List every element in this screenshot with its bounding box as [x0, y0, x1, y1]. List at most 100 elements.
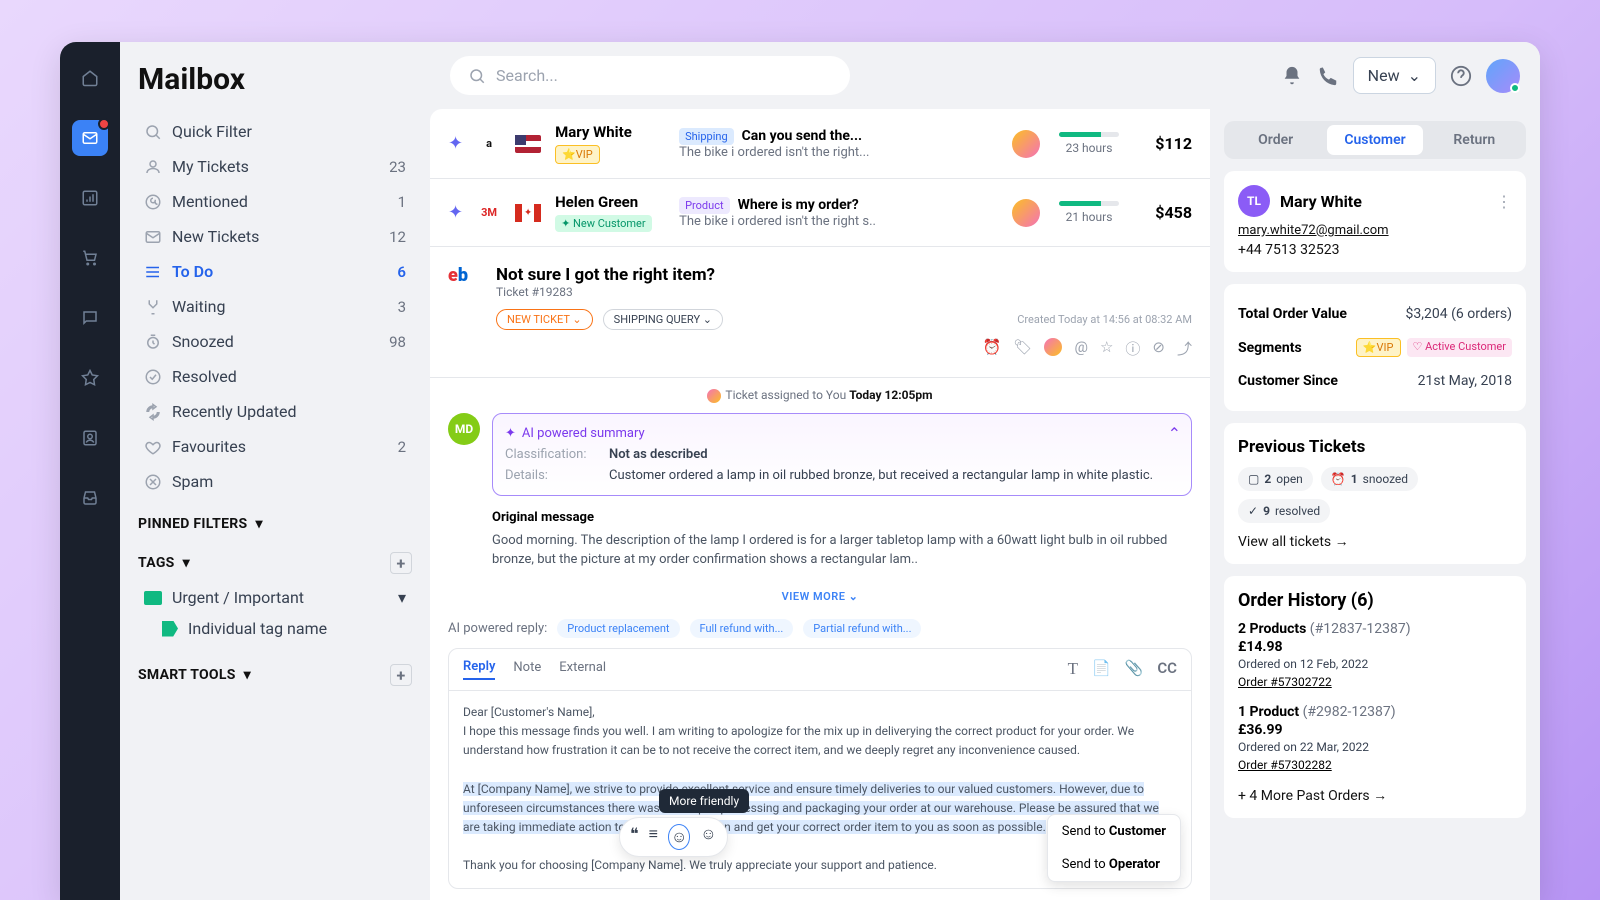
tags-header[interactable]: TAGS▾+ — [138, 552, 412, 574]
info-icon[interactable]: ⓘ — [1125, 338, 1140, 359]
share-icon[interactable]: ⤴ — [1177, 338, 1192, 359]
filter-my-tickets[interactable]: My Tickets23 — [138, 152, 412, 181]
order-item[interactable]: 2 Products (#12837-12387)£14.98Ordered o… — [1238, 621, 1512, 690]
assignee-avatar-icon[interactable] — [1044, 338, 1062, 356]
inbox-icon[interactable] — [72, 480, 108, 516]
search-input[interactable]: Search... — [450, 56, 850, 95]
ai-reply-suggestions: AI powered reply: Product replacement Fu… — [430, 609, 1210, 648]
stat-resolved[interactable]: ✓ 9 resolved — [1238, 499, 1330, 523]
order-history: Order History (6) 2 Products (#12837-123… — [1224, 576, 1526, 818]
customer-name: Mary White — [1280, 192, 1362, 211]
collapse-icon[interactable]: ⌃ — [1168, 424, 1181, 443]
filter-spam[interactable]: Spam — [138, 467, 412, 496]
previous-tickets: Previous Tickets ▢ 2 open ⏰ 1 snoozed ✓ … — [1224, 423, 1526, 564]
snooze-icon[interactable]: ⏰ — [983, 338, 1002, 359]
filter-waiting[interactable]: Waiting3 — [138, 292, 412, 321]
add-tool-button[interactable]: + — [390, 664, 412, 686]
emoji-icon[interactable]: ☺ — [700, 824, 716, 850]
tag-icon — [162, 621, 178, 637]
stat-snoozed[interactable]: ⏰ 1 snoozed — [1321, 467, 1418, 491]
reply-composer: Reply Note External T 📄 📎 CC Dear [Custo… — [448, 648, 1192, 889]
analytics-icon[interactable] — [72, 180, 108, 216]
text-format-icon[interactable]: T — [1068, 659, 1078, 679]
ticket-row[interactable]: ✦aMary White⭐VIPShippingCan you send the… — [430, 109, 1210, 179]
attachment-icon[interactable]: 📎 — [1125, 659, 1144, 679]
smart-tools-header[interactable]: SMART TOOLS▾+ — [138, 664, 412, 686]
filter-quick-filter[interactable]: Quick Filter — [138, 117, 412, 146]
chevron-down-icon: ▾ — [255, 516, 262, 532]
phone-icon[interactable] — [1317, 65, 1339, 87]
customer-phone: +44 7513 32523 — [1238, 242, 1512, 258]
home-icon[interactable] — [72, 60, 108, 96]
cart-icon[interactable] — [72, 240, 108, 276]
chevron-down-icon: ⌄ — [1408, 66, 1421, 85]
help-icon[interactable] — [1450, 65, 1472, 87]
filter-new-tickets[interactable]: New Tickets12 — [138, 222, 412, 251]
mail-icon[interactable] — [72, 120, 108, 156]
right-panel: Order Customer Return TL Mary White ⋮ ma… — [1210, 109, 1540, 900]
tag-folder[interactable]: Urgent / Important▾ — [138, 582, 412, 613]
customer-stats: Total Order Value$3,204 (6 orders) Segme… — [1224, 284, 1526, 411]
sparkle-icon: ✦ — [448, 133, 463, 154]
block-icon[interactable]: ⊘ — [1152, 338, 1165, 359]
filter-recently-updated[interactable]: Recently Updated — [138, 397, 412, 426]
brand-icon: a — [477, 132, 501, 156]
tab-external[interactable]: External — [559, 660, 606, 679]
view-all-tickets[interactable]: View all tickets → — [1238, 533, 1512, 550]
reply-chip[interactable]: Partial refund with... — [803, 619, 921, 638]
cc-button[interactable]: CC — [1157, 659, 1177, 679]
send-to-operator[interactable]: Send to Operator — [1048, 848, 1180, 881]
summarize-icon[interactable]: ≡ — [649, 824, 658, 850]
ticket-actions: ⏰ 🏷 @ ☆ ⓘ ⊘ ⤴ — [448, 338, 1192, 359]
filter-to-do[interactable]: To Do6 — [138, 257, 412, 286]
kebab-icon[interactable]: ⋮ — [1496, 192, 1512, 211]
ai-summary-card: ✦ AI powered summary ⌃ Classification:No… — [492, 413, 1192, 496]
reply-chip[interactable]: Product replacement — [557, 619, 679, 638]
new-button[interactable]: New⌄ — [1353, 57, 1436, 94]
filter-resolved[interactable]: Resolved — [138, 362, 412, 391]
reply-chip[interactable]: Full refund with... — [690, 619, 794, 638]
quote-icon[interactable]: ❝ — [630, 824, 639, 850]
filter-snoozed[interactable]: Snoozed98 — [138, 327, 412, 356]
chevron-down-icon: ▾ — [183, 555, 190, 571]
original-message: Original message Good morning. The descr… — [430, 510, 1210, 584]
mention-icon[interactable]: @ — [1074, 338, 1087, 359]
user-avatar[interactable] — [1486, 59, 1520, 93]
customer-email[interactable]: mary.white72@gmail.com — [1238, 223, 1512, 238]
tab-note[interactable]: Note — [513, 660, 541, 679]
pinned-filters-header[interactable]: PINNED FILTERS▾ — [138, 516, 412, 532]
main-area: Search... New⌄ ✦aMary White⭐VIPShippingC… — [430, 42, 1540, 900]
ticket-id: Ticket #19283 — [496, 285, 1192, 299]
folder-icon — [144, 591, 162, 605]
tab-customer[interactable]: Customer — [1327, 125, 1422, 155]
category-pill[interactable]: SHIPPING QUERY ⌄ — [603, 309, 723, 330]
tag-item[interactable]: Individual tag name — [138, 613, 412, 644]
created-timestamp: Created Today at 14:56 at 08:32 AM — [1017, 313, 1192, 326]
status-pill-new[interactable]: NEW TICKET ⌄ — [496, 309, 593, 330]
sender-avatar: MD — [448, 413, 480, 445]
chat-icon[interactable] — [72, 300, 108, 336]
filter-favourites[interactable]: Favourites2 — [138, 432, 412, 461]
filter-mentioned[interactable]: Mentioned1 — [138, 187, 412, 216]
more-orders[interactable]: + 4 More Past Orders → — [1238, 787, 1512, 804]
contacts-icon[interactable] — [72, 420, 108, 456]
document-icon[interactable]: 📄 — [1092, 659, 1111, 679]
add-tag-button[interactable]: + — [390, 552, 412, 574]
tab-return[interactable]: Return — [1427, 125, 1522, 155]
customer-card: TL Mary White ⋮ mary.white72@gmail.com +… — [1224, 171, 1526, 272]
star-icon[interactable] — [72, 360, 108, 396]
search-icon — [468, 67, 486, 85]
bell-icon[interactable] — [1281, 65, 1303, 87]
topbar: Search... New⌄ — [430, 42, 1540, 109]
ticket-row[interactable]: ✦3M✦Helen Green✦ New CustomerProductWher… — [430, 179, 1210, 247]
stat-open[interactable]: ▢ 2 open — [1238, 467, 1313, 491]
send-menu: Send to Customer Send to Operator — [1047, 814, 1181, 882]
star-icon[interactable]: ☆ — [1100, 338, 1113, 359]
view-more-button[interactable]: VIEW MORE ⌄ — [430, 584, 1210, 609]
send-to-customer[interactable]: Send to Customer — [1048, 815, 1180, 848]
order-item[interactable]: 1 Product (#2982-12387)£36.99Ordered on … — [1238, 704, 1512, 773]
tab-order[interactable]: Order — [1228, 125, 1323, 155]
tab-reply[interactable]: Reply — [463, 659, 495, 680]
emoji-friendly-icon[interactable]: ☺ — [668, 824, 690, 850]
tag-icon[interactable]: 🏷 — [1013, 338, 1032, 359]
